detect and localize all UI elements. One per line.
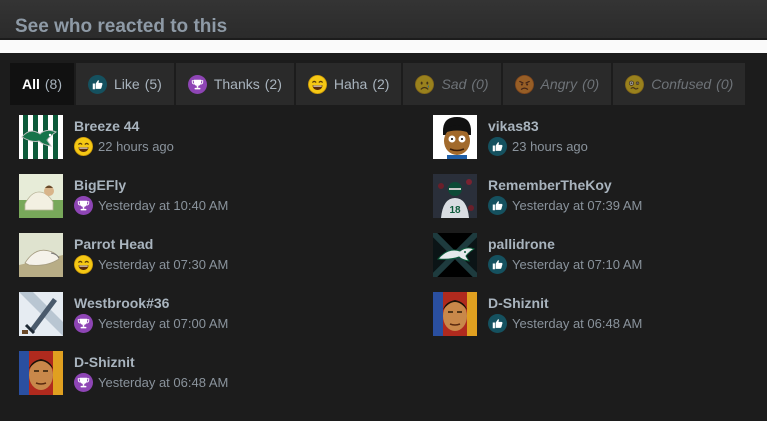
reaction-meta: 22 hours ago bbox=[74, 137, 174, 156]
confused-icon bbox=[625, 74, 645, 94]
username-link[interactable]: D-Shiznit bbox=[74, 354, 135, 370]
tab-thanks[interactable]: Thanks (2) bbox=[175, 63, 294, 105]
list-item: D-Shiznit Yesterday at 06:48 AM bbox=[19, 351, 359, 397]
reaction-meta: Yesterday at 06:48 AM bbox=[488, 314, 642, 333]
username-link[interactable]: D-Shiznit bbox=[488, 295, 549, 311]
list-item: BigEFly Yesterday at 10:40 AM bbox=[19, 174, 359, 220]
username-link[interactable]: Westbrook#36 bbox=[74, 295, 169, 311]
reaction-time: Yesterday at 07:00 AM bbox=[98, 316, 229, 331]
thanks-icon bbox=[74, 373, 93, 392]
username-link[interactable]: RememberTheKoy bbox=[488, 177, 612, 193]
tab-label: Sad bbox=[441, 76, 467, 92]
tab-count: (2) bbox=[372, 76, 390, 92]
username-link[interactable]: vikas83 bbox=[488, 118, 539, 134]
reaction-time: Yesterday at 07:39 AM bbox=[512, 198, 643, 213]
thanks-icon bbox=[74, 314, 93, 333]
list-item: 18 RememberTheKoy Yesterday at 07:39 AM bbox=[433, 174, 767, 220]
like-icon bbox=[88, 74, 108, 94]
svg-text:18: 18 bbox=[449, 205, 461, 216]
tab-label: Confused bbox=[651, 76, 712, 92]
tab-all[interactable]: All (8) bbox=[10, 63, 75, 105]
username-link[interactable]: BigEFly bbox=[74, 177, 126, 193]
tab-like[interactable]: Like (5) bbox=[76, 63, 174, 105]
list-item: vikas83 23 hours ago bbox=[433, 115, 767, 161]
reaction-time: Yesterday at 06:48 AM bbox=[98, 375, 229, 390]
dialog-title: See who reacted to this bbox=[15, 16, 228, 37]
haha-icon bbox=[74, 137, 93, 156]
reaction-tabs: All (8) Like (5) Thanks (2) Haha (2) Sad (0) Angry… bbox=[10, 63, 747, 105]
list-item: Parrot Head Yesterday at 07:30 AM bbox=[19, 233, 359, 279]
avatar[interactable] bbox=[433, 115, 477, 159]
avatar[interactable]: 18 bbox=[433, 174, 477, 218]
reaction-meta: 23 hours ago bbox=[488, 137, 588, 156]
tab-label: All bbox=[22, 76, 40, 92]
list-item: Westbrook#36 Yesterday at 07:00 AM bbox=[19, 292, 359, 338]
tab-label: Angry bbox=[540, 76, 578, 92]
reaction-time: Yesterday at 07:30 AM bbox=[98, 257, 229, 272]
reaction-time: Yesterday at 07:10 AM bbox=[512, 257, 643, 272]
reaction-meta: Yesterday at 07:00 AM bbox=[74, 314, 228, 333]
list-item: D-Shiznit Yesterday at 06:48 AM bbox=[433, 292, 767, 338]
reaction-time: 23 hours ago bbox=[512, 139, 588, 154]
reaction-meta: Yesterday at 07:30 AM bbox=[74, 255, 228, 274]
list-item: Breeze 44 22 hours ago bbox=[19, 115, 359, 161]
tab-count: (0) bbox=[716, 76, 734, 92]
avatar[interactable] bbox=[19, 174, 63, 218]
reaction-meta: Yesterday at 06:48 AM bbox=[74, 373, 228, 392]
avatar[interactable] bbox=[433, 233, 477, 277]
reactions-panel: All (8) Like (5) Thanks (2) Haha (2) Sad (0) Angry… bbox=[0, 53, 767, 421]
avatar[interactable] bbox=[433, 292, 477, 336]
tab-haha[interactable]: Haha (2) bbox=[295, 63, 402, 105]
haha-icon bbox=[74, 255, 93, 274]
separator-bar bbox=[0, 40, 767, 53]
dialog-header: See who reacted to this bbox=[0, 0, 767, 38]
tab-angry[interactable]: Angry (0) bbox=[502, 63, 612, 105]
tab-count: (8) bbox=[44, 76, 63, 92]
avatar[interactable] bbox=[19, 292, 63, 336]
tab-sad[interactable]: Sad (0) bbox=[403, 63, 501, 105]
like-icon bbox=[488, 137, 507, 156]
tab-label: Haha bbox=[333, 76, 368, 92]
username-link[interactable]: pallidrone bbox=[488, 236, 555, 252]
thanks-icon bbox=[74, 196, 93, 215]
tab-count: (2) bbox=[264, 76, 282, 92]
avatar[interactable] bbox=[19, 351, 63, 395]
like-icon bbox=[488, 314, 507, 333]
reaction-time: 22 hours ago bbox=[98, 139, 174, 154]
angry-icon bbox=[514, 74, 534, 94]
avatar[interactable] bbox=[19, 115, 63, 159]
reaction-time: Yesterday at 06:48 AM bbox=[512, 316, 643, 331]
tab-count: (0) bbox=[582, 76, 600, 92]
thanks-icon bbox=[187, 74, 207, 94]
like-icon bbox=[488, 255, 507, 274]
tab-label: Thanks bbox=[213, 76, 260, 92]
tab-count: (5) bbox=[144, 76, 162, 92]
reaction-meta: Yesterday at 10:40 AM bbox=[74, 196, 228, 215]
haha-icon bbox=[307, 74, 327, 94]
like-icon bbox=[488, 196, 507, 215]
tab-confused[interactable]: Confused (0) bbox=[613, 63, 746, 105]
sad-icon bbox=[415, 74, 435, 94]
username-link[interactable]: Breeze 44 bbox=[74, 118, 139, 134]
tab-count: (0) bbox=[471, 76, 489, 92]
username-link[interactable]: Parrot Head bbox=[74, 236, 153, 252]
reaction-meta: Yesterday at 07:39 AM bbox=[488, 196, 642, 215]
reaction-time: Yesterday at 10:40 AM bbox=[98, 198, 229, 213]
reaction-meta: Yesterday at 07:10 AM bbox=[488, 255, 642, 274]
avatar[interactable] bbox=[19, 233, 63, 277]
tab-label: Like bbox=[114, 76, 140, 92]
list-item: pallidrone Yesterday at 07:10 AM bbox=[433, 233, 767, 279]
